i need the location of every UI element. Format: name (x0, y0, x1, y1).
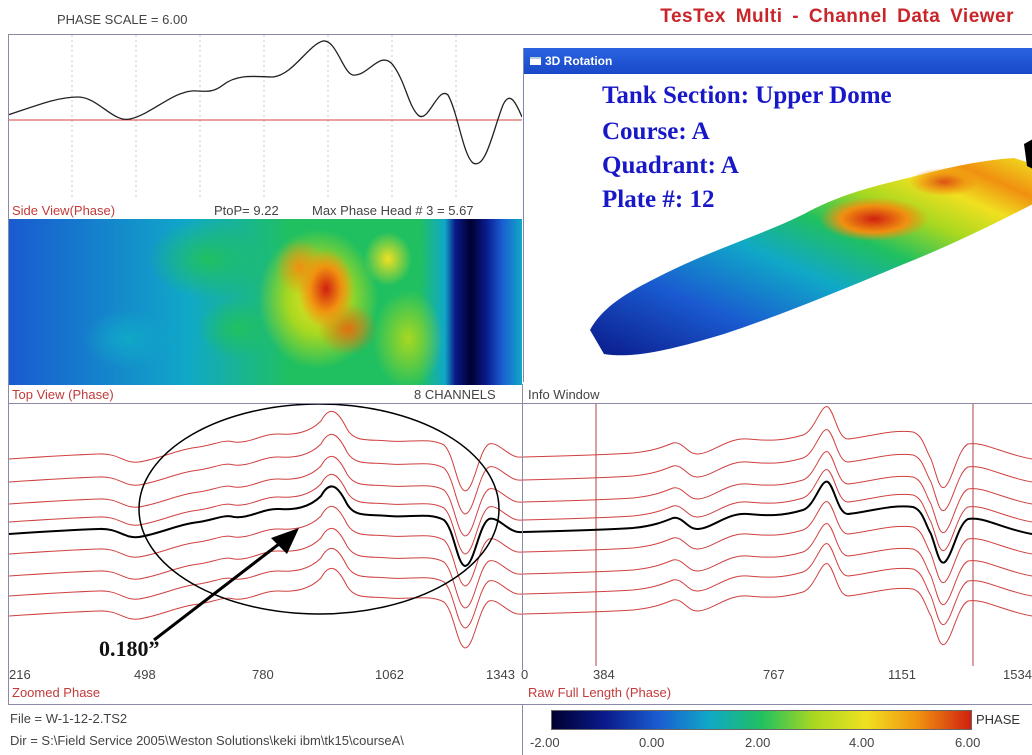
channel-trace (523, 429, 1032, 512)
phase-scale-label: PHASE SCALE = 6.00 (57, 12, 188, 27)
bottom-divider (8, 704, 1032, 705)
zoomed-phase-panel[interactable]: 0.180” (9, 404, 522, 666)
zoom-tick: 1062 (375, 667, 404, 682)
annotation-arrow (153, 542, 280, 642)
ptop-readout: PtoP= 9.22 (214, 203, 279, 218)
dir-readout: Dir = S:\Field Service 2005\Weston Solut… (10, 733, 404, 748)
channel-trace (9, 527, 522, 609)
window-icon (530, 57, 541, 65)
channel-trace (9, 410, 522, 492)
info-window-label: Info Window (528, 387, 600, 402)
channel-trace (9, 455, 522, 537)
side-view-label: Side View(Phase) (12, 203, 116, 218)
scale-tick: 4.00 (849, 735, 875, 750)
channel-trace (523, 563, 1032, 646)
raw-full-length-panel[interactable] (523, 404, 1032, 666)
color-scale-bar (551, 710, 972, 730)
channel-trace (523, 523, 1032, 606)
channel-trace (9, 547, 522, 629)
channel-trace (523, 406, 1032, 489)
side-view-plot (8, 35, 522, 200)
top-view-label: Top View (Phase) (12, 387, 114, 402)
color-scale-label: PHASE (976, 712, 1021, 727)
zoom-tick: 1343 (486, 667, 515, 682)
annotation-label: 0.180” (99, 636, 160, 661)
channel-trace (9, 505, 522, 587)
zoom-tick: 780 (252, 667, 274, 682)
rotation-window-titlebar[interactable]: 3D Rotation (524, 48, 1032, 74)
channel-trace (9, 567, 522, 649)
scale-tick: 0.00 (639, 735, 665, 750)
channel-trace (523, 543, 1032, 626)
raw-full-length-plot (523, 404, 1032, 666)
raw-full-length-label: Raw Full Length (Phase) (528, 685, 672, 700)
raw-main-trace (523, 480, 1032, 564)
surface-3d-plot (590, 139, 1032, 356)
zoomed-phase-label: Zoomed Phase (12, 685, 101, 700)
raw-tick: 1151 (888, 667, 916, 682)
raw-tick: 767 (763, 667, 785, 682)
side-view-panel[interactable]: Side View(Phase) PtoP= 9.22 Max Phase He… (8, 35, 522, 218)
raw-tick: 1534 (1003, 667, 1032, 682)
rotation-window[interactable]: 3D Rotation Tank Section: Upper Dome Cou… (523, 48, 1032, 382)
rotation-window-title: 3D Rotation (545, 54, 613, 68)
file-readout: File = W-1-12-2.TS2 (10, 711, 128, 726)
scale-tick: 2.00 (745, 735, 771, 750)
side-view-trace (8, 40, 522, 165)
status-divider (522, 704, 523, 755)
channel-trace (9, 473, 522, 555)
zoomed-phase-plot (9, 404, 522, 649)
top-view-heatmap (8, 219, 522, 385)
zoom-tick: 498 (134, 667, 156, 682)
raw-tick: 384 (593, 667, 615, 682)
zoom-tick: 216 (9, 667, 31, 682)
app-title: TesTex Multi - Channel Data Viewer (660, 6, 1014, 27)
channel-count: 8 CHANNELS (414, 387, 496, 402)
scale-tick: 6.00 (955, 735, 981, 750)
scale-tick: -2.00 (530, 735, 560, 750)
top-view-panel[interactable] (8, 219, 522, 385)
raw-tick: 0 (521, 667, 529, 682)
max-phase-readout: Max Phase Head # 3 = 5.67 (312, 203, 474, 218)
